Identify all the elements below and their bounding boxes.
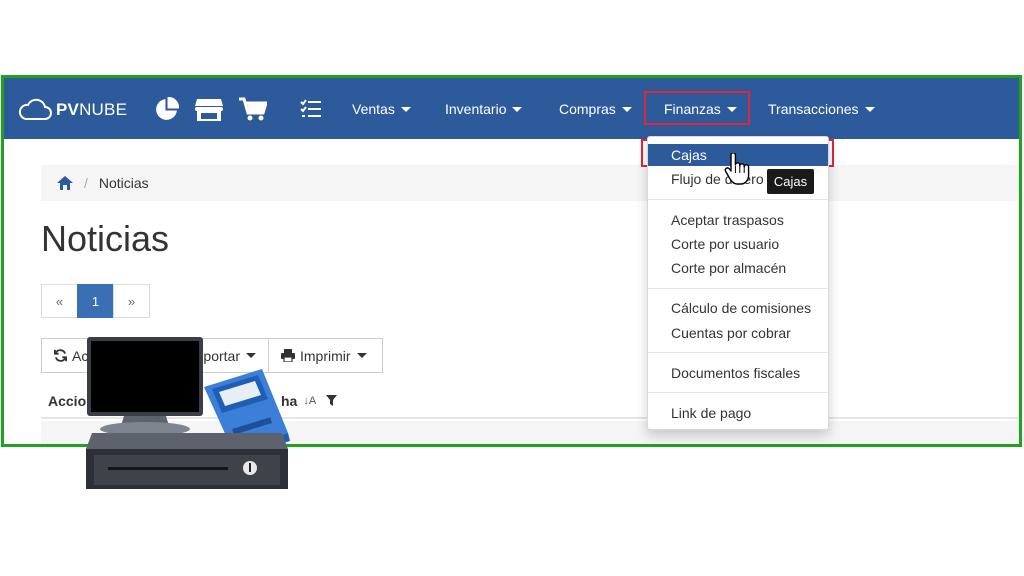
dropdown-divider [648, 392, 828, 393]
logo-text-bold: PV [56, 100, 80, 119]
nav-menu-label: Finanzas [664, 101, 721, 117]
store-icon[interactable] [195, 97, 223, 121]
page-title: Noticias [41, 218, 170, 259]
top-navbar: PVNUBE Ventas Inventario Compras Finanza… [4, 78, 1019, 139]
caret-down-icon [726, 106, 737, 112]
nav-menu-label: Ventas [352, 101, 395, 117]
caret-down-icon [356, 353, 367, 358]
dropdown-item-corte-por-almacen[interactable]: Corte por almacén [648, 257, 828, 279]
logo-text: PVNUBE [56, 100, 127, 120]
hand-pointer-icon [724, 152, 750, 190]
nav-menu-inventario[interactable]: Inventario [445, 98, 523, 120]
dropdown-divider [648, 288, 828, 289]
dropdown-item-corte-por-usuario[interactable]: Corte por usuario [648, 233, 828, 255]
filter-icon[interactable] [326, 393, 338, 409]
pvnube-logo[interactable]: PVNUBE [18, 96, 127, 124]
nav-menu-label: Inventario [445, 101, 507, 117]
cloud-icon [18, 98, 52, 120]
caret-down-icon [512, 106, 523, 112]
pagination-next-button[interactable]: » [113, 284, 150, 318]
dropdown-item-link-de-pago[interactable]: Link de pago [648, 402, 828, 424]
dropdown-divider [648, 352, 828, 353]
print-label: Imprimir [300, 347, 351, 364]
dropdown-item-cuentas-por-cobrar[interactable]: Cuentas por cobrar [648, 322, 828, 344]
pagination-page-1[interactable]: 1 [77, 284, 114, 318]
breadcrumb-separator: / [84, 175, 88, 191]
dropdown-divider [648, 199, 828, 200]
pagination: « 1 » [41, 284, 150, 318]
pos-terminal-illustration [82, 337, 294, 496]
pagination-prev-button[interactable]: « [41, 284, 78, 318]
caret-down-icon [864, 106, 875, 112]
dropdown-item-aceptar-traspasos[interactable]: Aceptar traspasos [648, 209, 828, 231]
nav-menu-ventas[interactable]: Ventas [352, 98, 411, 120]
sort-icon[interactable]: ↓A [303, 395, 316, 407]
breadcrumb-current: Noticias [98, 175, 149, 191]
nav-menu-transacciones[interactable]: Transacciones [768, 98, 875, 120]
breadcrumb: / Noticias [41, 165, 1019, 201]
nav-menu-label: Compras [559, 101, 616, 117]
task-list-icon[interactable] [300, 97, 322, 121]
nav-menu-finanzas[interactable]: Finanzas [664, 98, 737, 120]
pie-chart-icon[interactable] [154, 96, 179, 121]
shopping-cart-icon[interactable] [239, 97, 267, 121]
refresh-icon [54, 349, 67, 362]
dropdown-item-calculo-de-comisiones[interactable]: Cálculo de comisiones [648, 297, 828, 319]
logo-text-light: NUBE [79, 100, 128, 119]
nav-menu-compras[interactable]: Compras [559, 98, 632, 120]
dropdown-item-documentos-fiscales[interactable]: Documentos fiscales [648, 362, 828, 384]
caret-down-icon [400, 106, 411, 112]
tooltip: Cajas [767, 169, 814, 194]
nav-menu-label: Transacciones [768, 101, 859, 117]
caret-down-icon [621, 106, 632, 112]
home-icon[interactable] [57, 176, 73, 190]
column-header-acciones[interactable]: Accio [48, 393, 86, 409]
